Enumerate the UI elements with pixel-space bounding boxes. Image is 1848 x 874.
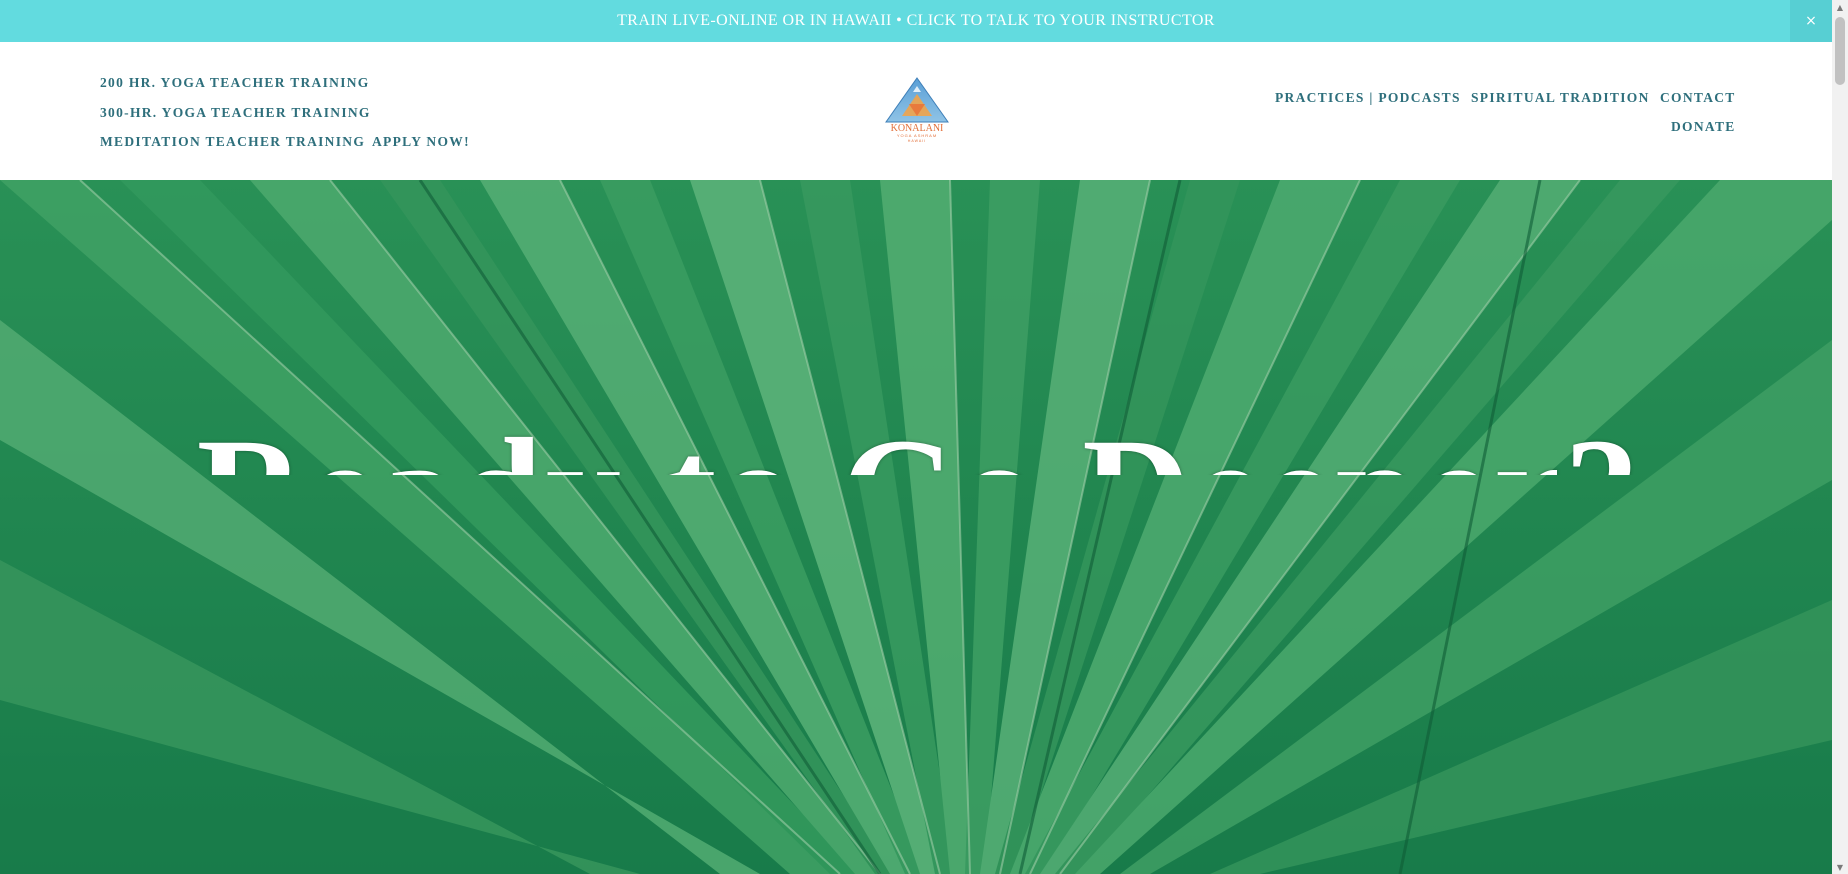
scrollbar-thumb[interactable] <box>1835 17 1845 85</box>
nav-contact[interactable]: CONTACT <box>1660 90 1736 106</box>
announcement-text[interactable]: TRAIN LIVE-ONLINE OR IN HAWAII • CLICK T… <box>617 12 1215 30</box>
close-icon: × <box>1805 13 1817 29</box>
scroll-up-icon[interactable]: ▲ <box>1832 0 1848 14</box>
logo-mark: KONALANI YOGA ASHRAM HAWAII <box>885 77 949 143</box>
nav-meditation-training[interactable]: MEDITATION TEACHER TRAINING <box>100 134 365 150</box>
nav-apply-now[interactable]: APPLY NOW! <box>372 134 470 150</box>
hero-section: Ready to Go Deeper? <box>0 180 1832 874</box>
hero-title-clip: Ready to Go Deeper? <box>0 418 1832 475</box>
nav-donate[interactable]: DONATE <box>1671 119 1736 135</box>
hero-title: Ready to Go Deeper? <box>130 418 1710 475</box>
hero-palm-leaf-image <box>0 180 1832 874</box>
nav-spiritual-tradition[interactable]: SPIRITUAL TRADITION <box>1471 90 1650 106</box>
close-announcement-button[interactable]: × <box>1790 0 1832 42</box>
logo-location: HAWAII <box>908 139 927 143</box>
nav-200hr-training[interactable]: 200 HR. YOGA TEACHER TRAINING <box>100 75 370 91</box>
nav-practices-podcasts[interactable]: PRACTICES | PODCASTS <box>1275 90 1461 106</box>
announcement-bar[interactable]: TRAIN LIVE-ONLINE OR IN HAWAII • CLICK T… <box>0 0 1832 42</box>
site-logo[interactable]: KONALANI YOGA ASHRAM HAWAII <box>884 76 950 144</box>
page-scrollbar[interactable]: ▲ ▼ <box>1832 0 1848 874</box>
page: TRAIN LIVE-ONLINE OR IN HAWAII • CLICK T… <box>0 0 1848 874</box>
site-header: 200 HR. YOGA TEACHER TRAINING 300-HR. YO… <box>0 42 1832 180</box>
scroll-down-icon[interactable]: ▼ <box>1832 860 1848 874</box>
nav-300hr-training[interactable]: 300-HR. YOGA TEACHER TRAINING <box>100 105 371 121</box>
logo-subtitle: YOGA ASHRAM <box>897 133 937 138</box>
